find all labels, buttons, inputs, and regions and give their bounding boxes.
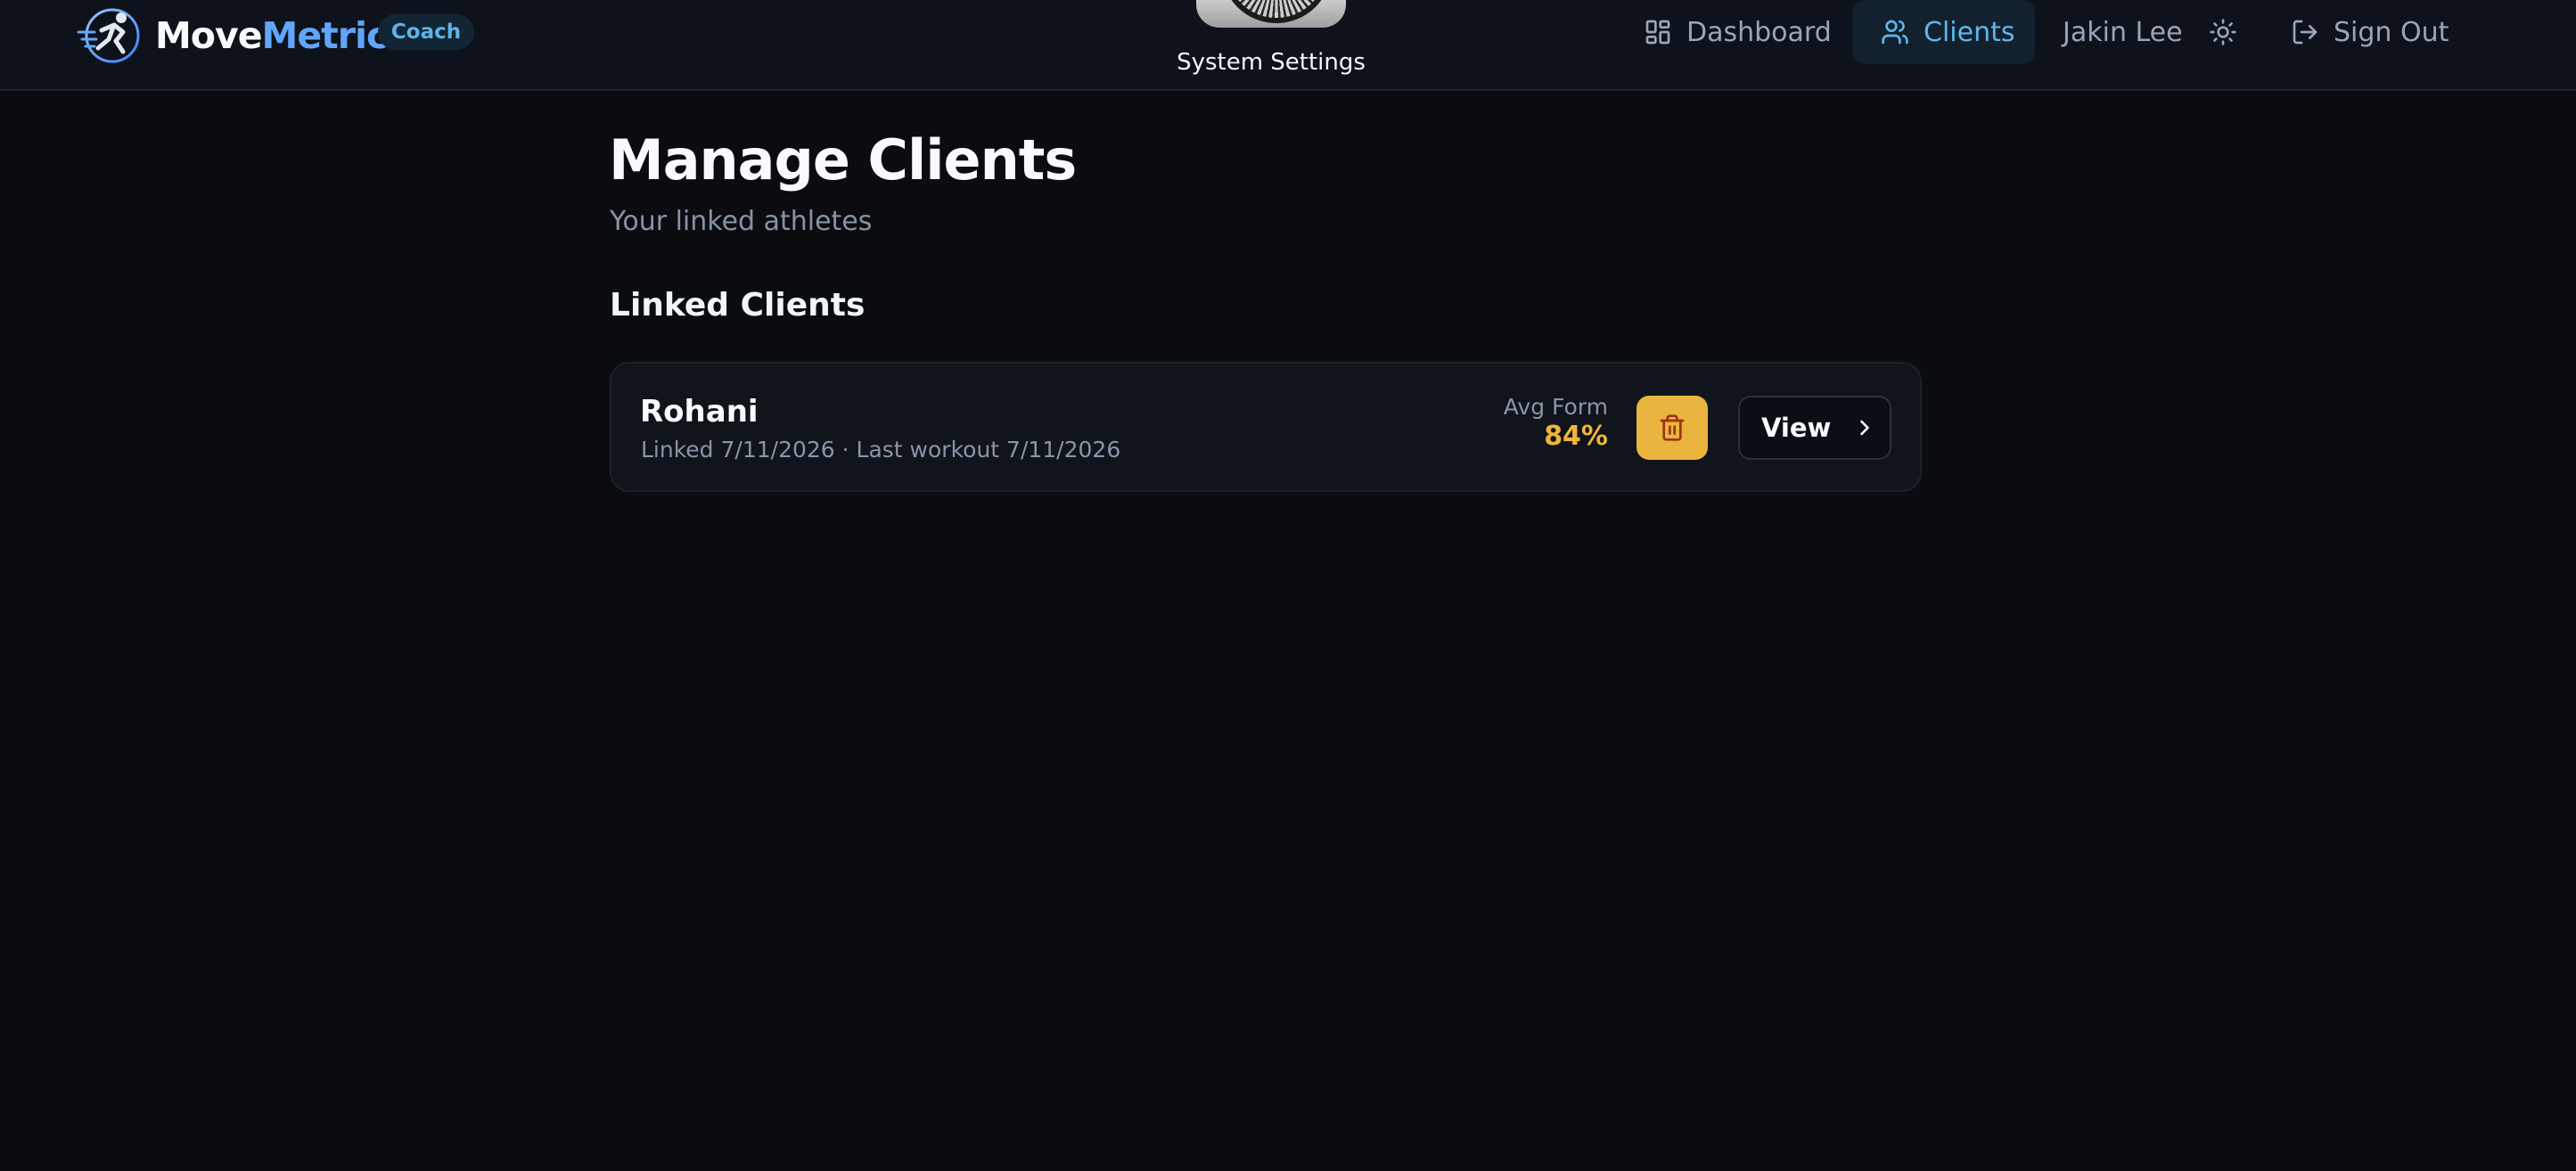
linked-clients-heading: Linked Clients — [610, 287, 866, 323]
brand-word-metric: Metric — [261, 13, 389, 57]
top-nav-bar: MoveMetric Coach System Settings Dashboa… — [0, 0, 2576, 91]
chevron-right-icon — [1860, 420, 1870, 436]
avg-form-stat: Avg Form 84% — [1504, 394, 1608, 453]
view-client-label: View — [1761, 413, 1832, 443]
system-settings-label: System Settings — [1177, 49, 1366, 76]
page-title: Manage Clients — [609, 127, 1077, 192]
avg-form-value: 84% — [1544, 421, 1608, 452]
nav-dashboard-label: Dashboard — [1686, 16, 1832, 48]
view-client-button[interactable]: View — [1738, 396, 1891, 460]
sun-icon — [2210, 19, 2236, 45]
role-badge: Coach — [378, 14, 474, 50]
user-name: Jakin Lee — [2063, 16, 2183, 48]
avg-form-label: Avg Form — [1503, 394, 1608, 420]
page-subtitle: Your linked athletes — [610, 206, 873, 237]
gear-teeth — [1221, 0, 1332, 23]
client-card: Rohani Linked 7/11/2026 · Last workout 7… — [610, 362, 1922, 492]
nav-clients-label: Clients — [1924, 16, 2015, 48]
trash-icon — [1660, 414, 1685, 441]
theme-toggle-button[interactable] — [2205, 14, 2241, 50]
sign-out-button[interactable]: Sign Out — [2291, 12, 2449, 52]
sign-out-icon — [2293, 20, 2318, 45]
users-icon — [1882, 20, 1908, 45]
running-figure-logo-icon — [77, 8, 140, 63]
client-meta: Linked 7/11/2026 · Last workout 7/11/202… — [641, 437, 1121, 463]
remove-client-button[interactable] — [1637, 396, 1708, 460]
brand-word-move: Move — [155, 13, 263, 57]
nav-dashboard[interactable]: Dashboard — [1644, 12, 1832, 52]
dashboard-grid-icon — [1645, 20, 1670, 45]
page: MoveMetric Coach System Settings Dashboa… — [0, 0, 2576, 1171]
system-settings-gear-icon[interactable] — [1196, 0, 1346, 28]
brand-wordmark: MoveMetric — [155, 17, 388, 54]
client-name: Rohani — [640, 394, 759, 430]
nav-clients[interactable]: Clients — [1852, 0, 2035, 64]
sign-out-label: Sign Out — [2334, 16, 2449, 48]
brand-logo[interactable]: MoveMetric — [75, 5, 388, 66]
